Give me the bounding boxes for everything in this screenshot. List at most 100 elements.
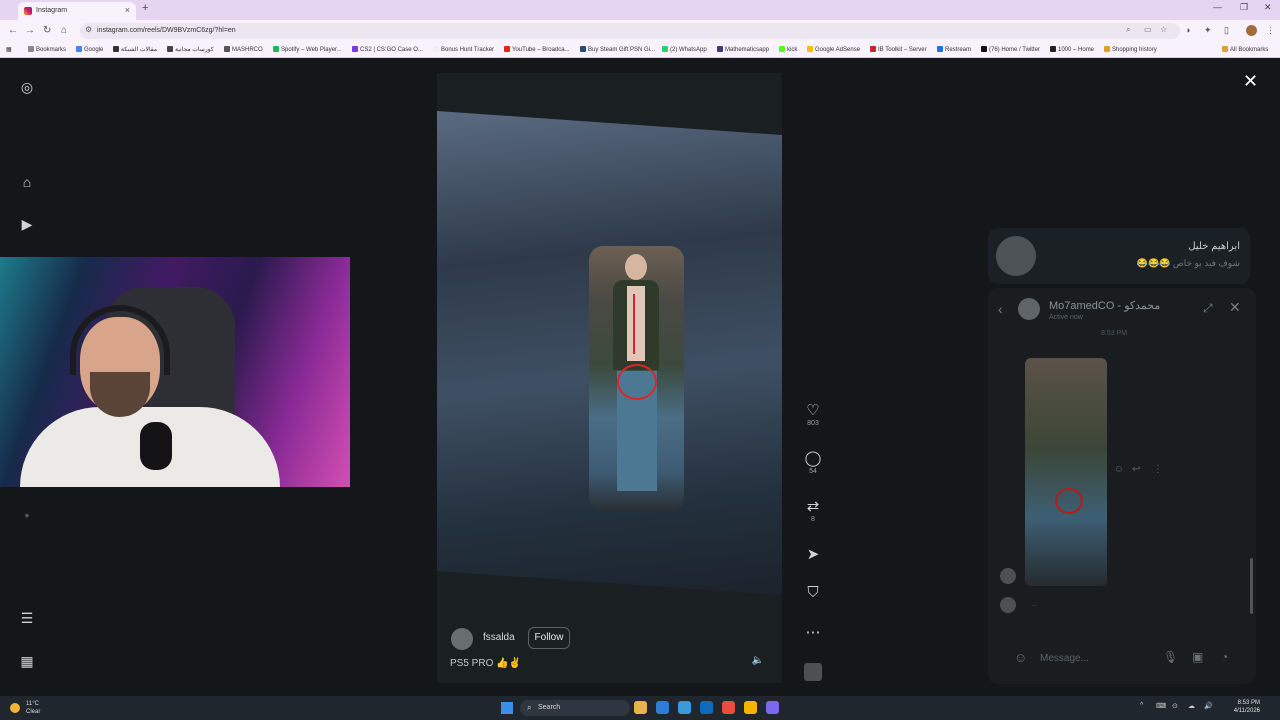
chat-back-icon[interactable]: ‹ xyxy=(998,301,1003,317)
taskbar-search[interactable]: ⌕ Search xyxy=(520,700,630,716)
chat-avatar[interactable] xyxy=(1018,298,1040,320)
forward-icon[interactable]: → xyxy=(25,25,35,36)
more-button[interactable]: ⋯ xyxy=(796,623,830,641)
bookmark-item[interactable]: مقالات الشبكة xyxy=(113,46,157,53)
extensions-puzzle-icon[interactable]: ✦ xyxy=(1204,25,1212,36)
taskbar-app-icon[interactable] xyxy=(634,701,647,714)
url-text[interactable]: instagram.com/reels/DW9BVzmC6zg/?hl=en xyxy=(97,27,236,34)
tray-icon[interactable]: ⌨ xyxy=(1156,702,1166,710)
message-notification[interactable]: ابراهيم خليل شوف فيد يو خاص 😂😂😂 xyxy=(988,228,1250,284)
tab-instagram[interactable]: Instagram × xyxy=(18,2,136,20)
repost-button[interactable]: ⇄ 8 xyxy=(796,497,830,523)
author-avatar[interactable] xyxy=(451,628,473,650)
bookmark-item[interactable]: (76) Home / Twitter xyxy=(981,46,1040,53)
follow-button[interactable]: Follow xyxy=(528,627,570,649)
taskbar-app-icon[interactable] xyxy=(656,701,669,714)
bookmark-item[interactable]: كورسات مجانية xyxy=(167,46,214,53)
zoom-icon[interactable]: ⌕ xyxy=(1126,25,1130,35)
bookmark-item[interactable]: Google xyxy=(76,46,103,53)
heart-icon: ♡ xyxy=(806,402,820,419)
chat-scrollbar[interactable] xyxy=(1250,558,1253,614)
sticker-icon[interactable]: ◔ xyxy=(1221,650,1228,664)
bookmark-item[interactable]: Google AdSense xyxy=(807,46,860,53)
sidepanel-icon[interactable]: ▯ xyxy=(1224,25,1229,36)
profile-avatar[interactable] xyxy=(1246,25,1257,36)
bookmark-item[interactable]: (2) WhatsApp xyxy=(662,46,707,53)
reply-icon[interactable]: ↩ xyxy=(1132,464,1140,475)
bookmark-favicon-icon xyxy=(580,46,586,52)
bookmark-item[interactable]: MASHRCO xyxy=(224,46,263,53)
apps-icon[interactable]: ▦ xyxy=(6,46,12,53)
bookmark-item[interactable]: IB Toolkit – Server xyxy=(870,46,927,53)
apps-grid-icon[interactable]: ▦ xyxy=(18,652,36,670)
share-button[interactable]: ➤ xyxy=(796,545,830,563)
shared-image-message[interactable] xyxy=(1025,358,1107,586)
bookmark-item[interactable]: Mathematicsapp xyxy=(717,46,769,53)
message-more-icon[interactable]: ⋮ xyxy=(1153,464,1163,475)
search-icon: ⌕ xyxy=(527,703,532,712)
chat-contact-name[interactable]: Mo7amedCO - محمدكو xyxy=(1049,299,1160,312)
close-reel-icon[interactable]: ✕ xyxy=(1243,71,1258,92)
instagram-logo-icon[interactable]: ◎ xyxy=(18,78,36,96)
emoji-icon[interactable]: ☺ xyxy=(1014,650,1027,665)
bookmark-item[interactable]: 1000 – Home xyxy=(1050,46,1094,53)
bookmark-item[interactable]: Restream xyxy=(937,46,971,53)
like-button[interactable]: ♡ 803 xyxy=(796,401,830,427)
system-clock[interactable]: 8:53 PM 4/11/2026 xyxy=(1228,699,1260,715)
tab-close-icon[interactable]: × xyxy=(125,5,130,15)
react-icon[interactable]: ☺ xyxy=(1114,464,1124,475)
chat-expand-icon[interactable]: ⤢ xyxy=(1203,301,1213,316)
reload-icon[interactable]: ↻ xyxy=(43,25,51,36)
tray-icon[interactable]: 🔊 xyxy=(1204,702,1213,710)
chat-status: Active now xyxy=(1049,314,1083,321)
bookmark-item[interactable]: Shopping history xyxy=(1104,46,1157,53)
audio-thumbnail[interactable] xyxy=(796,663,830,686)
bookmark-item[interactable]: kick xyxy=(779,46,797,53)
omnibox[interactable]: ⚙ instagram.com/reels/DW9BVzmC6zg/?hl=en… xyxy=(80,23,1180,39)
save-button[interactable]: ⛉ xyxy=(796,584,830,601)
bookmark-item[interactable]: Spotify – Web Player... xyxy=(273,46,342,53)
bookmark-item[interactable]: Buy Steam Gift PSN Gi... xyxy=(580,46,655,53)
tray-icon[interactable]: ⊙ xyxy=(1172,702,1178,710)
site-info-icon[interactable]: ⚙ xyxy=(85,25,92,34)
bookmark-item[interactable]: Bookmarks xyxy=(28,46,66,53)
photo-shirt xyxy=(627,286,645,361)
bookmark-item[interactable]: CS2 | CS:GO Case O... xyxy=(352,46,423,53)
comment-button[interactable]: ◯ 54 xyxy=(796,449,830,475)
tray-icon[interactable]: ^ xyxy=(1140,702,1143,709)
taskbar-app-icon[interactable] xyxy=(744,701,757,714)
tray-icon[interactable]: ☁ xyxy=(1188,702,1195,710)
bookmark-star-icon[interactable]: ☆ xyxy=(1160,25,1167,34)
taskbar-app-icon[interactable] xyxy=(766,701,779,714)
taskbar-app-icon[interactable] xyxy=(722,701,735,714)
message-input[interactable] xyxy=(1040,650,1140,666)
chrome-menu-icon[interactable]: ⋮ xyxy=(1266,25,1275,36)
bookmark-favicon-icon xyxy=(662,46,668,52)
close-window-button[interactable]: ✕ xyxy=(1264,2,1272,13)
minimize-button[interactable]: — xyxy=(1213,2,1222,12)
mute-icon[interactable]: 🔈 xyxy=(752,655,764,666)
reel-player[interactable]: fssalda Follow PS5 PRO 👍✌ 🔈 xyxy=(437,73,782,683)
menu-icon[interactable]: ☰ xyxy=(18,609,36,627)
bookmark-item[interactable]: Bonus Hunt Tracker xyxy=(433,46,494,53)
profile-dot-icon[interactable]: • xyxy=(18,506,36,524)
home-icon[interactable]: ⌂ xyxy=(18,173,36,191)
image-upload-icon[interactable]: ▣ xyxy=(1192,650,1203,664)
browser-tab-bar: Instagram × + — ❐ ✕ xyxy=(0,0,1280,20)
reels-icon[interactable]: ▶ xyxy=(18,215,36,233)
all-bookmarks-folder[interactable]: All Bookmarks xyxy=(1222,46,1268,53)
microphone-icon[interactable]: 🎙 xyxy=(1163,650,1178,664)
windows-start-icon[interactable] xyxy=(501,702,513,714)
taskbar-app-icon[interactable] xyxy=(700,701,713,714)
back-icon[interactable]: ← xyxy=(8,25,18,36)
author-username[interactable]: fssalda xyxy=(483,632,515,643)
home-button-icon[interactable]: ⌂ xyxy=(61,25,67,36)
bookmark-item[interactable]: YouTube – Broadca... xyxy=(504,46,570,53)
maximize-button[interactable]: ❐ xyxy=(1240,2,1248,13)
extension-icon[interactable]: ◑ xyxy=(1185,25,1190,35)
cast-icon[interactable]: ▭ xyxy=(1144,25,1152,34)
chat-close-icon[interactable]: ✕ xyxy=(1229,299,1241,316)
new-tab-button[interactable]: + xyxy=(142,2,148,14)
taskbar-app-icon[interactable] xyxy=(678,701,691,714)
bookmark-favicon-icon xyxy=(224,46,230,52)
